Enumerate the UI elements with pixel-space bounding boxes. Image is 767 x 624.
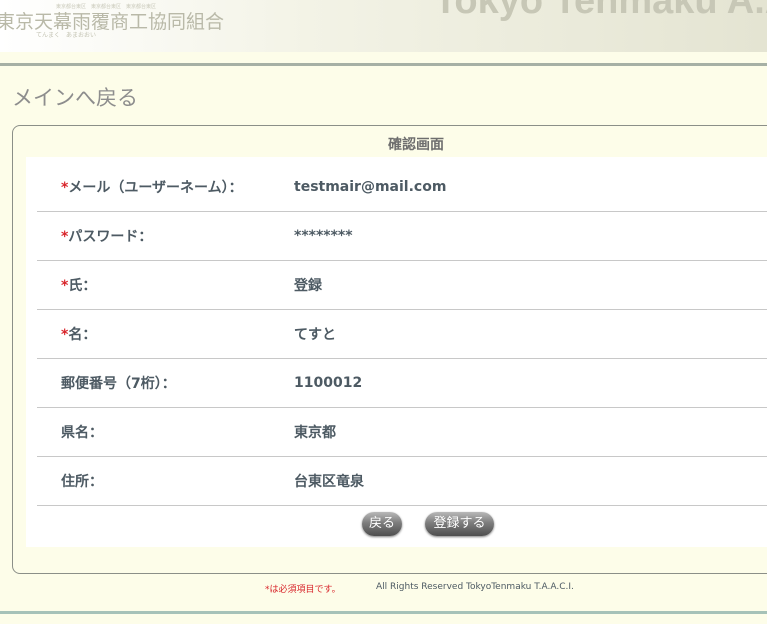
table-row: 郵便番号（7桁）： 1100012 <box>37 358 767 408</box>
header-divider <box>0 63 767 66</box>
field-value: 東京都 <box>294 424 336 441</box>
organization-tagline: てんまく あまおおい <box>36 32 97 39</box>
field-label-text: メール（ユーザーネーム）： <box>68 179 243 196</box>
field-value: 登録 <box>294 277 322 294</box>
field-label: 住所： <box>61 471 103 491</box>
field-value: 1100012 <box>294 374 363 391</box>
field-label: *メール（ユーザーネーム）： <box>61 177 243 197</box>
field-label: 県名： <box>61 422 103 442</box>
site-header: 東京都台東区 東京都台東区 東京都台東区 東京天幕雨覆商工協同組合 てんまく あ… <box>0 0 767 52</box>
field-label: *氏： <box>61 275 96 295</box>
table-row: *パスワード： ******** <box>37 211 767 261</box>
field-value: てすと <box>294 326 336 343</box>
copyright-text: All Rights Reserved TokyoTenmaku T.A.A.C… <box>376 582 574 592</box>
field-label: *名： <box>61 324 96 344</box>
table-row: *メール（ユーザーネーム）： testmair@mail.com <box>37 162 767 212</box>
field-value: 台東区竜泉 <box>294 473 364 490</box>
table-row: 県名： 東京都 <box>37 407 767 457</box>
field-value: ******** <box>294 227 353 244</box>
organization-logo-text: 東京天幕雨覆商工協同組合 <box>0 11 225 33</box>
field-label-text: 氏： <box>68 277 97 294</box>
field-label: 郵便番号（7桁）： <box>61 373 176 393</box>
field-label-text: 県名： <box>61 424 103 441</box>
table-row: *氏： 登録 <box>37 260 767 310</box>
field-label-text: パスワード： <box>68 228 153 245</box>
required-fields-note: *は必須項目です。 <box>265 585 341 595</box>
field-value: testmair@mail.com <box>294 178 447 195</box>
field-label: *パスワード： <box>61 226 152 246</box>
back-to-main-link[interactable]: メインへ戻る <box>12 82 138 112</box>
confirmation-title: 確認画面 <box>388 137 444 153</box>
field-label-text: 住所： <box>61 473 103 490</box>
field-label-text: 郵便番号（7桁）： <box>61 375 176 392</box>
back-button[interactable]: 戻る <box>362 512 402 536</box>
field-label-text: 名： <box>68 326 97 343</box>
brand-logo-text: Tokyo Tenmaku A.A <box>434 0 767 22</box>
table-row: 住所： 台東区竜泉 <box>37 456 767 506</box>
table-row: *名： てすと <box>37 309 767 359</box>
footer-divider <box>0 611 767 614</box>
register-button[interactable]: 登録する <box>425 512 494 536</box>
